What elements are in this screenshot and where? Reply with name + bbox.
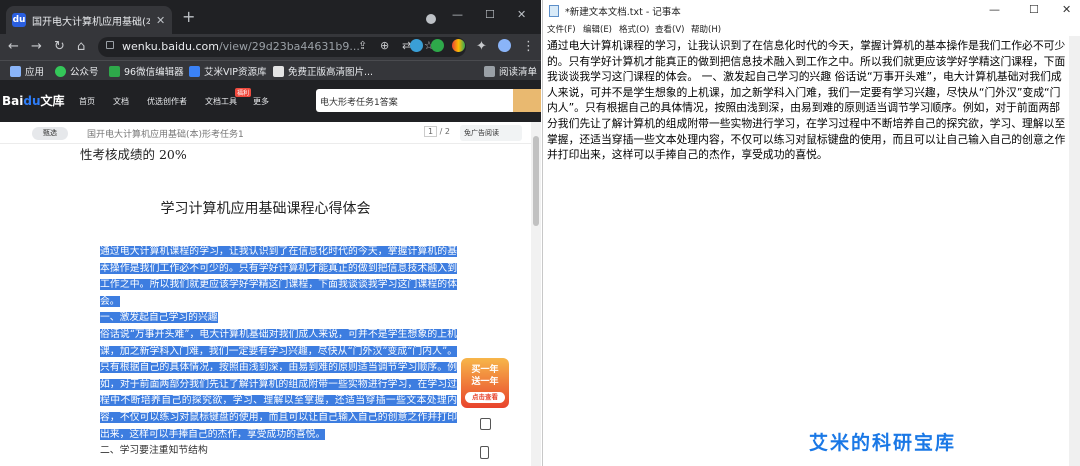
extensions-puzzle-icon[interactable]: ✦	[476, 39, 487, 55]
editor-icon	[109, 65, 120, 77]
notepad-title: *新建文本文档.txt - 记事本	[565, 7, 681, 18]
browser-window: du 国开电大计算机应用基础(本)形考任务1 ✕ + — ☐ ✕ ← → ↻ ⌂…	[0, 0, 541, 466]
menu-edit[interactable]: 编辑(E)	[583, 23, 612, 35]
doc-subheader: 甄选 国开电大计算机应用基础(本)形考任务1 1 / 2 免广告阅读	[0, 122, 531, 144]
extension-3-icon[interactable]	[452, 39, 465, 52]
doc-title: 国开电大计算机应用基础(本)形考任务1	[87, 130, 244, 140]
menu-view[interactable]: 查看(V)	[655, 23, 684, 35]
nav-creators[interactable]: 优选创作者	[147, 96, 187, 107]
image-site-icon	[273, 65, 284, 77]
url-text: wenku.baidu.com/view/29d23ba44631b9...	[122, 40, 360, 53]
wenku-search-input[interactable]: 电大形考任务1答案	[316, 89, 513, 112]
maximize-icon[interactable]: ☐	[1029, 3, 1039, 16]
profile-avatar-icon[interactable]	[498, 39, 511, 52]
tab-title: 国开电大计算机应用基础(本)形考任务1	[32, 16, 150, 28]
bookmark-apps[interactable]: 应用	[10, 64, 44, 78]
reload-icon[interactable]: ↻	[54, 39, 65, 55]
close-tab-icon[interactable]: ✕	[156, 14, 165, 27]
doc-body[interactable]: 通过电大计算机课程的学习，让我认识到了在信息化时代的今天，掌握计算机的基本操作是…	[80, 244, 457, 460]
ad-free-button[interactable]: 免广告阅读	[460, 125, 522, 141]
maximize-icon[interactable]: ☐	[485, 8, 495, 21]
share-icon[interactable]: ⇪	[358, 39, 367, 52]
nav-more[interactable]: 更多	[253, 96, 269, 107]
notepad-scrollbar[interactable]	[1069, 36, 1080, 466]
reading-list-icon	[484, 65, 495, 77]
new-tab-button[interactable]: +	[182, 9, 195, 25]
promo-line-1: 买一年	[471, 365, 499, 375]
screen: du 国开电大计算机应用基础(本)形考任务1 ✕ + — ☐ ✕ ← → ↻ ⌂…	[0, 0, 1080, 466]
watermark-text: 艾米的科研宝库	[809, 432, 957, 454]
bookmarks-bar: 应用 公众号 96微信编辑器 艾米VIP资源库 免费正版高清图片... 阅读清单	[0, 60, 541, 80]
baidu-favicon-icon: du	[12, 13, 26, 27]
nav-home[interactable]: 首页	[79, 96, 95, 107]
promo-line-2: 送一年	[471, 377, 499, 387]
doc-paragraph-4: 二、学习要注重知节结构	[100, 445, 208, 457]
lock-icon	[106, 41, 114, 49]
scroll-thumb[interactable]	[533, 136, 539, 226]
mobile-icon[interactable]	[480, 446, 489, 459]
extension-1-icon[interactable]	[410, 39, 423, 52]
bookmark-gongzhonghao[interactable]: 公众号	[55, 64, 99, 78]
page-scrollbar[interactable]	[531, 122, 541, 466]
document-area: 性考核成绩的 20% 学习计算机应用基础课程心得体会 通过电大计算机课程的学习，…	[0, 144, 531, 466]
wenku-navbar: Baidu文库 首页 文档 优选创作者 文档工具 福利 更多 电大形考任务1答案	[0, 80, 541, 122]
search-value: 电大形考任务1答案	[320, 98, 398, 108]
bookmark-aimi[interactable]: 艾米VIP资源库	[189, 64, 267, 78]
nav-docs[interactable]: 文档	[113, 96, 129, 107]
selected-badge: 甄选	[32, 127, 68, 140]
nav-doc-tools[interactable]: 文档工具	[205, 96, 237, 107]
tab-search-icon[interactable]	[426, 14, 436, 24]
wenku-logo[interactable]: Baidu文库	[2, 92, 65, 109]
back-icon[interactable]: ←	[8, 39, 19, 55]
browser-tab[interactable]: du 国开电大计算机应用基础(本)形考任务1 ✕	[6, 6, 172, 34]
menu-format[interactable]: 格式(O)	[619, 23, 649, 35]
apps-grid-icon	[10, 65, 21, 77]
menu-dots-icon[interactable]: ⋮	[522, 39, 535, 55]
notepad-icon	[549, 5, 559, 17]
close-window-icon[interactable]: ✕	[517, 8, 526, 21]
tab-strip: du 国开电大计算机应用基础(本)形考任务1 ✕ + — ☐ ✕	[0, 0, 541, 34]
reading-list[interactable]: 阅读清单	[484, 64, 537, 78]
selected-paragraph-1: 通过电大计算机课程的学习，让我认识到了在信息化时代的今天，掌握计算机的基本操作是…	[100, 246, 457, 307]
notepad-titlebar: *新建文本文档.txt - 记事本 — ☐ ✕	[543, 0, 1080, 22]
search-button[interactable]	[513, 89, 541, 112]
doc-heading: 学习计算机应用基础课程心得体会	[160, 201, 371, 217]
wechat-icon	[55, 65, 66, 77]
hot-badge: 福利	[235, 88, 252, 97]
bookmark-96editor[interactable]: 96微信编辑器	[109, 64, 184, 78]
menu-help[interactable]: 帮助(H)	[691, 23, 721, 35]
doc-text-line: 性考核成绩的 20%	[80, 147, 187, 162]
notepad-menubar: 文件(F) 编辑(E) 格式(O) 查看(V) 帮助(H)	[543, 22, 1080, 36]
selected-paragraph-3: 俗话说“万事开头难”，电大计算机基础对我们成人来说，可并不是学生想象的上机课，加…	[100, 328, 457, 440]
notepad-window: *新建文本文档.txt - 记事本 — ☐ ✕ 文件(F) 编辑(E) 格式(O…	[542, 0, 1080, 466]
folder-icon	[189, 65, 200, 77]
page-indicator[interactable]: 1 / 2	[424, 126, 450, 137]
promo-widget[interactable]: 买一年 送一年 点击查看	[461, 358, 509, 408]
extension-2-icon[interactable]	[431, 39, 444, 52]
forward-icon[interactable]: →	[31, 39, 42, 55]
menu-file[interactable]: 文件(F)	[547, 23, 576, 35]
browser-toolbar: ← → ↻ ⌂ wenku.baidu.com/view/29d23ba4463…	[0, 34, 541, 60]
home-icon[interactable]: ⌂	[77, 39, 85, 55]
zoom-icon[interactable]: ⊕	[380, 39, 389, 52]
selected-paragraph-2: 一、激发起自己学习的兴趣	[100, 312, 218, 324]
gift-icon[interactable]	[480, 418, 491, 430]
close-icon[interactable]: ✕	[1062, 3, 1071, 16]
bookmark-free-images[interactable]: 免费正版高清图片...	[273, 64, 373, 78]
minimize-icon[interactable]: —	[452, 8, 463, 21]
minimize-icon[interactable]: —	[989, 3, 1000, 16]
promo-button[interactable]: 点击查看	[465, 392, 505, 403]
notepad-text-area[interactable]: 通过电大计算机课程的学习，让我认识到了在信息化时代的今天，掌握计算机的基本操作是…	[547, 38, 1069, 163]
